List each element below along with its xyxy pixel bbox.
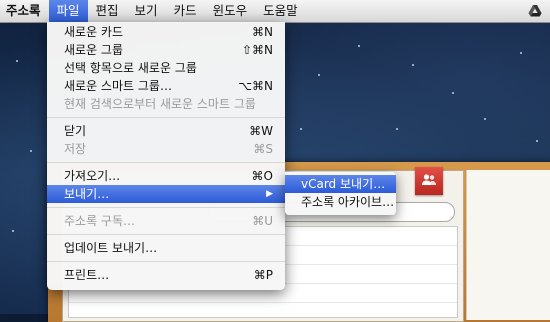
shortcut-label: ⌘N [252, 25, 273, 39]
star [484, 118, 486, 120]
menu-item-label: 새로운 스마트 그룹… [64, 79, 172, 93]
menu-item-label: 현재 검색으로부터 새로운 스마트 그룹 [64, 97, 256, 111]
star [412, 64, 414, 66]
star [16, 60, 18, 62]
menu-item-label: 새로운 그룹 [64, 43, 124, 57]
menu-view[interactable]: 보기 [127, 0, 166, 22]
menu-separator [47, 234, 285, 235]
menu-bar: 주소록 파일 편집 보기 카드 윈도우 도움말 [0, 0, 550, 23]
menu-item-new-card[interactable]: 새로운 카드 ⌘N [47, 23, 285, 41]
menu-item-label: 업데이트 보내기… [64, 241, 158, 255]
menu-item-import[interactable]: 가져오기… ⌘O [47, 167, 285, 185]
menu-separator [47, 207, 285, 208]
card-page [466, 170, 550, 320]
menu-item-label: 주소록 구독… [64, 214, 136, 228]
group-icon [422, 174, 436, 185]
menu-item-export[interactable]: 보내기… ▶ [47, 185, 285, 203]
menu-help[interactable]: 도움말 [255, 0, 306, 22]
menu-item-new-group[interactable]: 새로운 그룹 ⇧⌘N [47, 41, 285, 59]
star [536, 140, 538, 142]
export-submenu: vCard 보내기… 주소록 아카이브… [285, 172, 396, 215]
menu-item-close[interactable]: 닫기 ⌘W [47, 122, 285, 140]
star [30, 150, 32, 152]
star [520, 52, 522, 54]
shortcut-label: ⌘U [252, 214, 273, 228]
star [452, 92, 454, 94]
star [300, 128, 302, 130]
menu-app-name[interactable]: 주소록 [0, 0, 49, 22]
menu-item-save: 저장 ⌘S [47, 140, 285, 158]
menu-edit[interactable]: 편집 [88, 0, 127, 22]
file-menu: 새로운 카드 ⌘N 새로운 그룹 ⇧⌘N 선택 항목으로 새로운 그룹 새로운 스마… [47, 22, 285, 290]
shortcut-label: ⌘S [253, 142, 273, 156]
shortcut-label: ⇧⌘N [241, 43, 273, 57]
submenu-item-vcard[interactable]: vCard 보내기… [285, 175, 396, 193]
menu-item-print[interactable]: 프린트… ⌘P [47, 266, 285, 284]
menu-item-label: 가져오기… [64, 169, 121, 183]
menu-item-label: 저장 [64, 142, 87, 156]
submenu-item-archive[interactable]: 주소록 아카이브… [285, 193, 396, 211]
menu-item-new-smart-group-from-search: 현재 검색으로부터 새로운 스마트 그룹 [47, 95, 285, 113]
shortcut-label: ⌘P [253, 268, 273, 282]
menu-separator [47, 117, 285, 118]
menu-separator [47, 162, 285, 163]
menu-item-new-group-from-selection[interactable]: 선택 항목으로 새로운 그룹 [47, 59, 285, 77]
shortcut-label: ⌥⌘N [238, 79, 273, 93]
star [12, 230, 14, 232]
groups-ribbon-button[interactable] [415, 167, 443, 195]
menu-item-label: 닫기 [64, 124, 87, 138]
triangle-right-icon: ▶ [266, 189, 273, 199]
menu-card[interactable]: 카드 [166, 0, 205, 22]
menu-item-new-smart-group[interactable]: 새로운 스마트 그룹… ⌥⌘N [47, 77, 285, 95]
shortcut-label: ⌘O [251, 169, 273, 183]
star [318, 74, 320, 76]
menu-item-label: 프린트… [64, 268, 110, 282]
menu-window[interactable]: 윈도우 [205, 0, 256, 22]
menu-item-send-updates[interactable]: 업데이트 보내기… [47, 239, 285, 257]
google-drive-icon[interactable] [528, 4, 542, 18]
star [358, 45, 360, 47]
menu-item-label: 선택 항목으로 새로운 그룹 [64, 61, 197, 75]
shortcut-label: ⌘W [249, 124, 273, 138]
menu-item-label: 새로운 카드 [64, 25, 124, 39]
menu-file[interactable]: 파일 [48, 0, 88, 22]
menu-item-label: 보내기… [64, 187, 110, 201]
star [396, 128, 398, 130]
menu-item-subscribe: 주소록 구독… ⌘U [47, 212, 285, 230]
menu-separator [47, 261, 285, 262]
